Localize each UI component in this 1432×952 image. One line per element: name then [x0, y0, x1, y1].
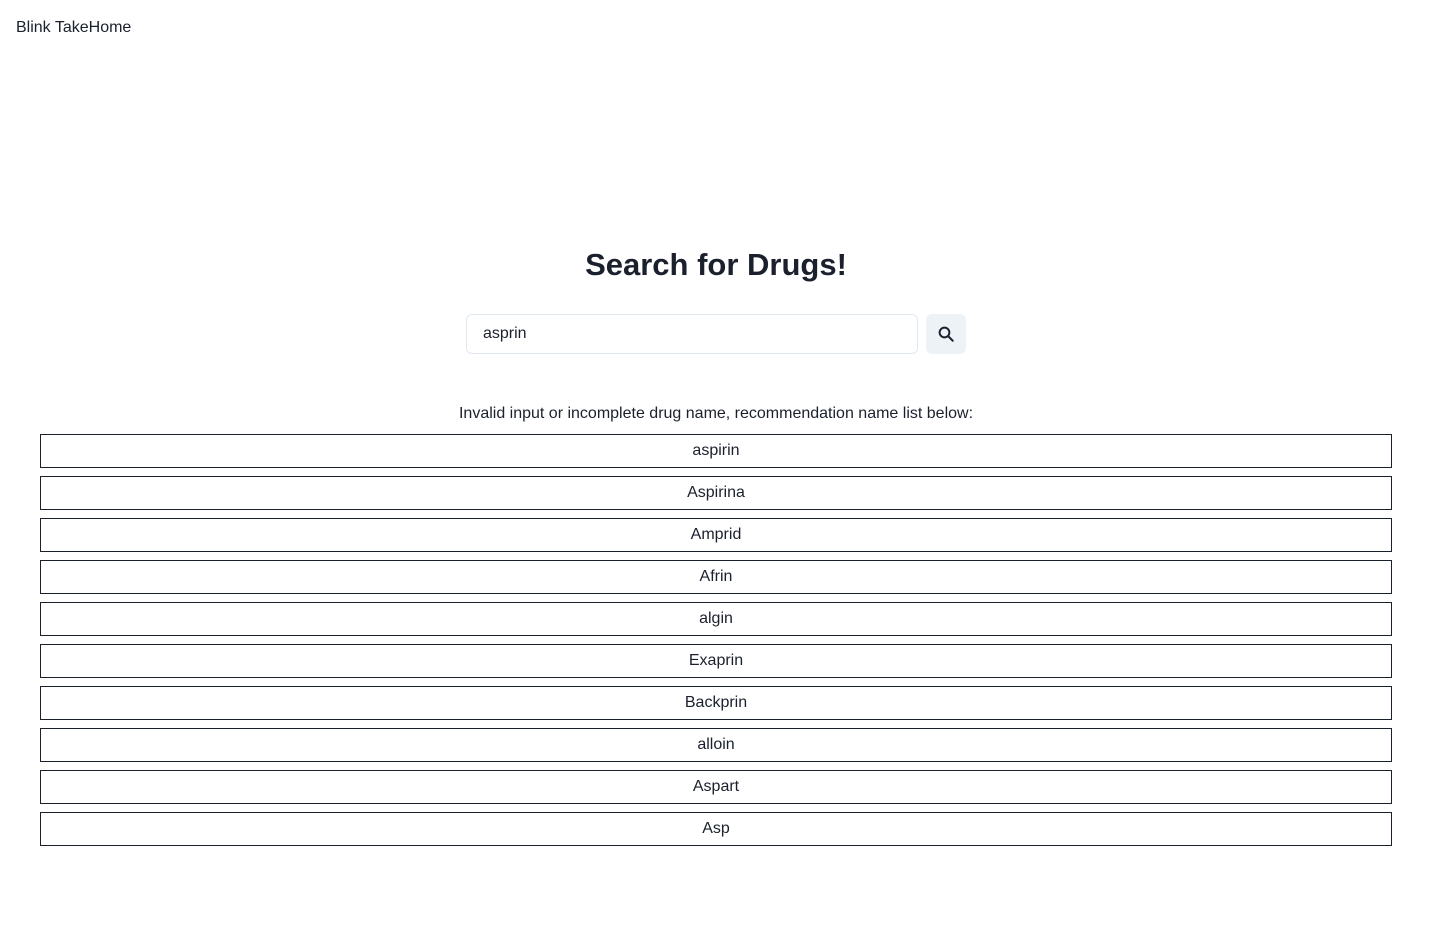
- search-button[interactable]: [926, 314, 966, 354]
- recommendation-notice: Invalid input or incomplete drug name, r…: [458, 405, 974, 422]
- recommendation-list: aspirin Aspirina Amprid Afrin algin Exap…: [40, 434, 1392, 854]
- search-icon: [937, 325, 955, 343]
- recommendation-item[interactable]: Amprid: [40, 518, 1392, 552]
- recommendation-item[interactable]: alloin: [40, 728, 1392, 762]
- recommendation-item[interactable]: Afrin: [40, 560, 1392, 594]
- recommendation-item[interactable]: Asp: [40, 812, 1392, 846]
- recommendation-item[interactable]: Backprin: [40, 686, 1392, 720]
- recommendation-item[interactable]: Exaprin: [40, 644, 1392, 678]
- recommendation-item[interactable]: algin: [40, 602, 1392, 636]
- app-brand[interactable]: Blink TakeHome: [16, 18, 131, 38]
- recommendation-item[interactable]: aspirin: [40, 434, 1392, 468]
- recommendation-item[interactable]: Aspirina: [40, 476, 1392, 510]
- recommendation-item[interactable]: Aspart: [40, 770, 1392, 804]
- page-title: Search for Drugs!: [585, 247, 847, 282]
- search-input[interactable]: [466, 314, 918, 354]
- search-bar: [466, 314, 966, 354]
